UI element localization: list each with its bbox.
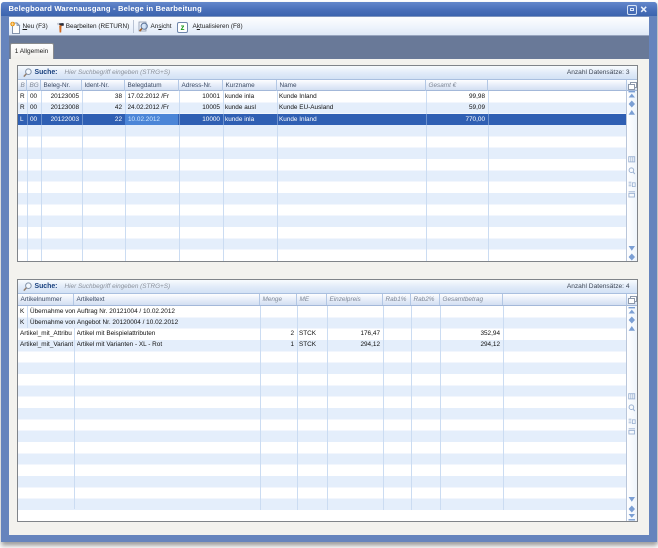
svg-text:z: z — [180, 23, 184, 32]
